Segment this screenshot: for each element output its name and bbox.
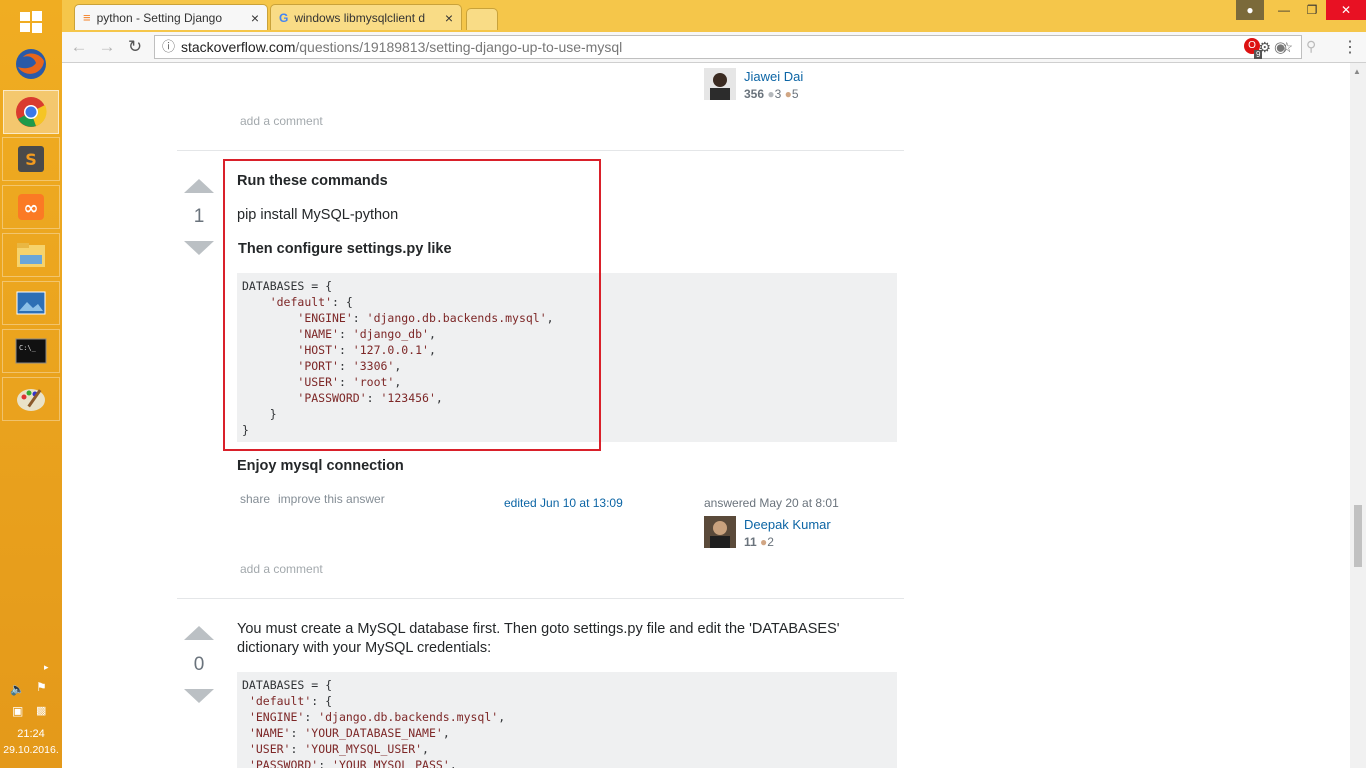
answer-closing: Enjoy mysql connection xyxy=(237,458,404,474)
scrollbar-thumb[interactable] xyxy=(1354,505,1362,567)
code-line: 'ENGINE': 'django.db.backends.mysql', xyxy=(248,710,506,724)
answer-text: You must create a MySQL database first. … xyxy=(237,621,840,656)
chrome-menu-icon[interactable]: ⋮ xyxy=(1342,37,1358,57)
flag-icon[interactable]: ⚑ xyxy=(36,680,47,694)
share-link[interactable]: share xyxy=(240,492,270,506)
windows-start-icon[interactable] xyxy=(3,0,59,44)
extension-key-icon[interactable]: ⚲ xyxy=(1306,38,1316,55)
tab-strip: ≡ python - Setting Django × G windows li… xyxy=(62,0,1366,32)
svg-text:C:\_: C:\_ xyxy=(19,344,37,352)
minimize-button[interactable]: — xyxy=(1270,0,1298,20)
profile-icon[interactable]: ● xyxy=(1236,0,1264,20)
extension-badge: 9 xyxy=(1254,50,1263,59)
code-line: 'PASSWORD': 'YOUR_MYSQL_PASS', xyxy=(248,758,457,768)
taskbar: S ∞ C:\_ ▸ 🔈 ⚑ ▣ ▩ 21:24 29.10.2016. xyxy=(0,0,63,768)
vote-up-icon[interactable] xyxy=(184,179,214,193)
restore-button[interactable]: ❐ xyxy=(1298,0,1326,20)
system-tray: ▸ 🔈 ⚑ ▣ ▩ 21:24 29.10.2016. xyxy=(0,658,62,768)
user-reputation: 11 ●2 xyxy=(744,535,774,549)
speaker-muted-icon[interactable]: 🔈 xyxy=(10,682,25,696)
bronze-badge-count: 5 xyxy=(791,87,799,101)
reputation-score: 11 xyxy=(744,535,757,549)
scroll-up-icon[interactable]: ▲ xyxy=(1353,67,1361,76)
bronze-badge-count: 2 xyxy=(767,535,774,549)
add-comment-link[interactable]: add a comment xyxy=(240,114,323,128)
divider xyxy=(177,150,904,151)
code-line: 'default': { xyxy=(248,694,333,708)
url-path: /questions/19189813/setting-django-up-to… xyxy=(295,39,623,55)
new-tab-button[interactable] xyxy=(466,8,498,30)
code-text: DATABASES = { 'default': { 'ENGINE': 'dj… xyxy=(242,677,892,768)
page-content: Jiawei Dai 356 ●3 ●5 add a comment 1 Run… xyxy=(62,63,1350,768)
code-block: DATABASES = { 'default': { 'ENGINE': 'dj… xyxy=(237,672,897,768)
tab-title: windows libmysqlclient d xyxy=(294,10,426,25)
user-name-link[interactable]: Deepak Kumar xyxy=(744,517,831,532)
svg-text:S: S xyxy=(25,150,37,169)
tab-close-icon[interactable]: × xyxy=(445,10,453,26)
vertical-scrollbar[interactable]: ▲ xyxy=(1350,63,1366,768)
highlight-box xyxy=(223,159,601,451)
forward-arrow-icon[interactable]: → xyxy=(96,37,118,57)
command-prompt-icon[interactable]: C:\_ xyxy=(3,329,59,373)
back-arrow-icon[interactable]: ← xyxy=(68,37,90,57)
tab-title: python - Setting Django xyxy=(96,10,223,25)
tray-time[interactable]: 21:24 xyxy=(0,728,62,740)
vote-up-icon[interactable] xyxy=(184,626,214,640)
chrome-icon[interactable] xyxy=(3,90,59,134)
vote-down-icon[interactable] xyxy=(184,689,214,703)
divider xyxy=(177,598,904,599)
vote-down-icon[interactable] xyxy=(184,241,214,255)
vote-count: 1 xyxy=(193,206,205,227)
avatar[interactable] xyxy=(704,68,736,100)
reputation-score: 356 xyxy=(744,87,765,101)
edited-link[interactable]: edited Jun 10 at 13:09 xyxy=(504,496,623,510)
answered-time: answered May 20 at 8:01 xyxy=(704,496,839,510)
tray-expand-icon[interactable]: ▸ xyxy=(44,662,49,673)
close-window-button[interactable]: ✕ xyxy=(1326,0,1366,20)
stackoverflow-favicon-icon: ≡ xyxy=(83,10,91,25)
google-favicon-icon: G xyxy=(279,10,289,25)
file-explorer-icon[interactable] xyxy=(3,233,59,277)
page-info-icon[interactable]: ⓘ xyxy=(162,36,175,58)
avatar[interactable] xyxy=(704,516,736,548)
extension-camera-icon[interactable]: ◉ xyxy=(1274,38,1287,56)
address-bar[interactable]: ⓘ stackoverflow.com/questions/19189813/s… xyxy=(154,35,1302,59)
silver-badge-count: 3 xyxy=(774,87,782,101)
svg-text:∞: ∞ xyxy=(24,198,39,219)
bronze-badge-icon: ● xyxy=(784,87,792,101)
network-signal-icon[interactable]: ▩ xyxy=(36,704,46,717)
firefox-icon[interactable] xyxy=(3,42,59,86)
sublime-text-icon[interactable]: S xyxy=(3,137,59,181)
paint-icon[interactable] xyxy=(3,377,59,421)
user-name-link[interactable]: Jiawei Dai xyxy=(744,69,803,84)
silver-badge-icon: ● xyxy=(767,87,775,101)
vote-count: 0 xyxy=(193,654,205,675)
photo-viewer-icon[interactable] xyxy=(3,281,59,325)
code-line: 'USER': 'YOUR_MYSQL_USER', xyxy=(248,742,429,756)
url-host: stackoverflow.com xyxy=(181,39,296,55)
xampp-icon[interactable]: ∞ xyxy=(3,185,59,229)
power-icon[interactable]: ▣ xyxy=(12,704,23,718)
reload-icon[interactable]: ↻ xyxy=(124,37,146,57)
add-comment-link[interactable]: add a comment xyxy=(240,562,323,576)
tab-google-search[interactable]: G windows libmysqlclient d × xyxy=(270,4,462,30)
code-line: 'NAME': 'YOUR_DATABASE_NAME', xyxy=(248,726,450,740)
code-line: DATABASES = { xyxy=(242,678,333,692)
improve-answer-link[interactable]: improve this answer xyxy=(278,492,385,506)
browser-toolbar: ← → ↻ ⓘ stackoverflow.com/questions/1918… xyxy=(62,32,1366,63)
tray-date[interactable]: 29.10.2016. xyxy=(0,744,62,756)
user-reputation: 356 ●3 ●5 xyxy=(744,87,799,101)
tab-stackoverflow[interactable]: ≡ python - Setting Django × xyxy=(74,4,268,30)
tab-close-icon[interactable]: × xyxy=(251,10,259,26)
